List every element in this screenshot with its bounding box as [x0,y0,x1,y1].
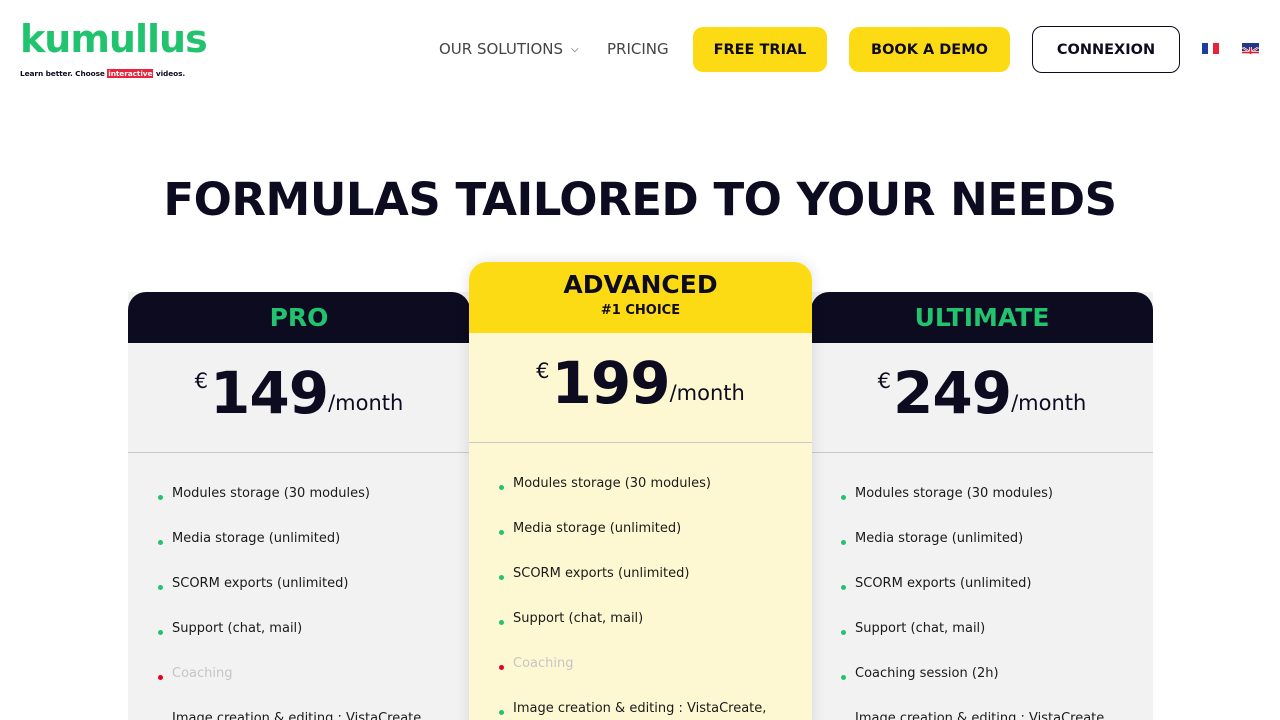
feature-text: Media storage (unlimited) [855,531,1024,546]
feature-text: SCORM exports (unlimited) [172,576,349,591]
feature-text: Media storage (unlimited) [172,531,341,546]
page-title: FORMULAS TAILORED TO YOUR NEEDS [163,173,1117,226]
plan-price: € 199 /month [469,351,812,415]
logo-tagline-start: Learn better. Choose [20,69,108,78]
feature-item-excluded: Coaching [499,655,802,700]
feature-item: Modules storage (30 modules) [158,485,460,530]
feature-item: Media storage (unlimited) [158,530,460,575]
price-amount: 249 [893,359,1012,427]
feature-text: Modules storage (30 modules) [513,476,712,491]
bullet-icon [841,675,846,680]
plan-name: ADVANCED [563,270,718,299]
plan-badge: #1 CHOICE [600,303,681,318]
plan-card-pro: PRO € 149 /month Modules storage (30 mod… [128,292,470,720]
feature-text: Support (chat, mail) [513,611,644,626]
bullet-icon [841,495,846,500]
feature-text: Coaching [513,656,574,671]
feature-text: Support (chat, mail) [172,621,303,636]
feature-item: Media storage (unlimited) [499,520,802,565]
plan-price: € 149 /month [128,361,470,425]
logo-tagline-end: videos. [153,69,186,78]
feature-item: Modules storage (30 modules) [841,485,1143,530]
nav-our-solutions[interactable]: OUR SOLUTIONS ⌵ [439,38,579,61]
flag-uk-icon[interactable] [1242,43,1259,54]
feature-item: Support (chat, mail) [499,610,802,655]
bullet-icon [158,540,163,545]
feature-text: Media storage (unlimited) [513,521,682,536]
plan-price-area: € 249 /month [811,343,1153,453]
bullet-icon [158,630,163,635]
plan-card-ultimate: ULTIMATE € 249 /month Modules storage (3… [811,292,1153,720]
feature-item: Coaching session (2h) [841,665,1143,710]
bullet-icon [499,575,504,580]
price-period: /month [669,381,745,405]
feature-text: Image creation & editing : VistaCreate [855,711,1105,720]
price-currency: € [877,369,892,393]
price-period: /month [1011,391,1087,415]
feature-text: Modules storage (30 modules) [855,486,1054,501]
logo-wordmark: kumullus [20,17,208,61]
feature-item: Support (chat, mail) [841,620,1143,665]
nav-pricing[interactable]: PRICING [607,38,669,60]
bullet-icon [499,665,504,670]
feature-item-excluded: Coaching [158,665,460,710]
bullet-icon [499,710,504,715]
plan-price-area: € 199 /month [469,333,812,443]
bullet-icon [158,585,163,590]
logo-tagline-highlight: interactive [107,69,154,78]
feature-list: Modules storage (30 modules) Media stora… [841,485,1143,720]
bullet-icon [841,540,846,545]
feature-item: Image creation & editing : VistaCreate [158,710,460,720]
free-trial-button[interactable]: FREE TRIAL [693,27,827,72]
kumullus-logo[interactable]: kumullus Learn better. Choose interactiv… [20,17,208,80]
bullet-icon [499,620,504,625]
bullet-icon [158,675,163,680]
feature-item: Image creation & editing : VistaCreate, [499,700,802,720]
price-amount: 199 [551,349,671,417]
plan-header: ULTIMATE [811,292,1153,343]
plan-header: ADVANCED #1 CHOICE [469,262,812,333]
plan-price: € 249 /month [811,361,1153,425]
bullet-icon [499,530,504,535]
feature-list: Modules storage (30 modules) Media stora… [499,475,802,720]
bullet-icon [158,495,163,500]
feature-text: Coaching session (2h) [855,666,999,681]
feature-item: SCORM exports (unlimited) [499,565,802,610]
book-demo-button[interactable]: BOOK A DEMO [849,27,1010,72]
feature-item: SCORM exports (unlimited) [158,575,460,620]
nav-our-solutions-label: OUR SOLUTIONS [439,40,564,58]
feature-item: SCORM exports (unlimited) [841,575,1143,620]
bullet-icon [841,630,846,635]
feature-text: SCORM exports (unlimited) [855,576,1032,591]
plan-header: PRO [128,292,470,343]
flag-fr-icon[interactable] [1202,43,1220,54]
price-amount: 149 [210,359,329,427]
feature-item: Support (chat, mail) [158,620,460,665]
feature-text: Image creation & editing : VistaCreate [172,711,422,720]
feature-text: Coaching [172,666,233,681]
logo-tagline: Learn better. Choose interactive videos. [20,69,185,78]
bullet-icon [841,585,846,590]
feature-text: Support (chat, mail) [855,621,986,636]
feature-item: Media storage (unlimited) [841,530,1143,575]
price-currency: € [536,359,550,383]
login-button[interactable]: CONNEXION [1032,26,1180,73]
feature-text: SCORM exports (unlimited) [513,566,690,581]
chevron-down-icon: ⌵ [571,44,579,55]
feature-item: Image creation & editing : VistaCreate [841,710,1143,720]
feature-list: Modules storage (30 modules) Media stora… [158,485,460,720]
feature-text: Image creation & editing : VistaCreate, [513,701,767,716]
plan-name: PRO [269,302,329,332]
plan-price-area: € 149 /month [128,343,470,453]
price-period: /month [328,391,404,415]
feature-text: Modules storage (30 modules) [172,486,371,501]
feature-item: Modules storage (30 modules) [499,475,802,520]
bullet-icon [499,485,504,490]
price-currency: € [194,369,209,393]
plan-name: ULTIMATE [914,302,1050,332]
plan-card-advanced: ADVANCED #1 CHOICE € 199 /month Modules … [469,262,812,720]
flag-uk-shape [1242,46,1259,54]
